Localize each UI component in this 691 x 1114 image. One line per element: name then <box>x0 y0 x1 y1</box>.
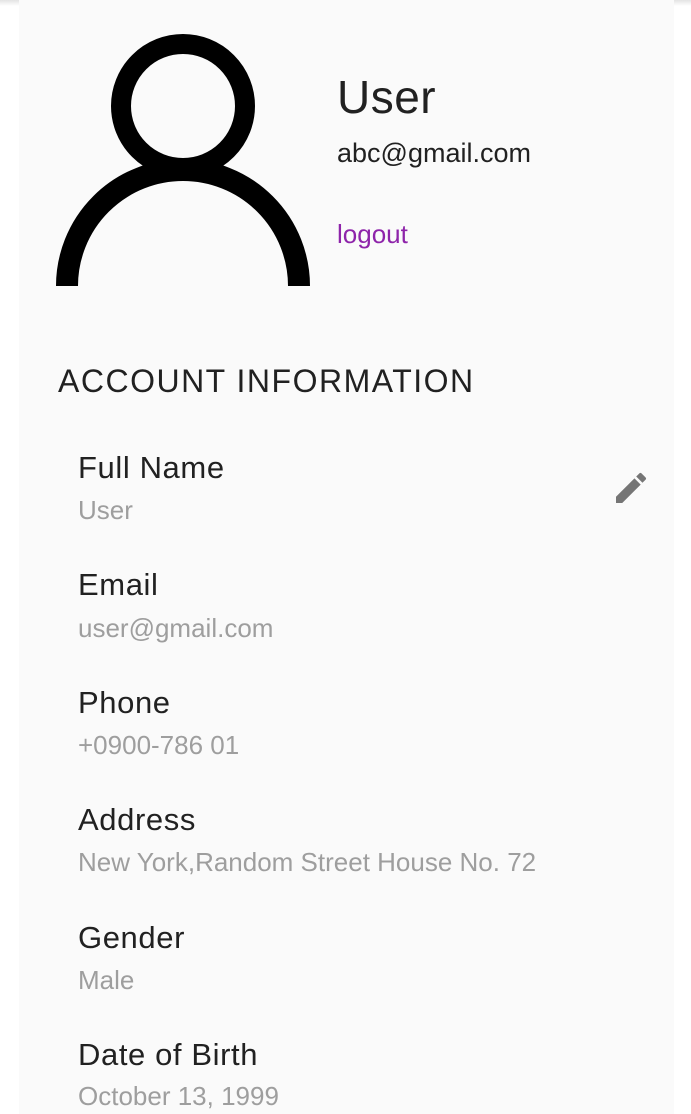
field-label-address: Address <box>78 802 196 837</box>
field-label-phone: Phone <box>78 685 171 720</box>
logout-link[interactable]: logout <box>337 219 408 250</box>
section-title-account-information: ACCOUNT INFORMATION <box>58 363 475 399</box>
user-email: abc@gmail.com <box>337 138 531 168</box>
field-label-email: Email <box>78 567 159 602</box>
field-label-date-of-birth: Date of Birth <box>78 1037 259 1072</box>
pencil-icon[interactable] <box>611 468 651 508</box>
field-value-gender: Male <box>78 965 135 995</box>
field-value-email: user@gmail.com <box>78 613 274 643</box>
field-label-gender: Gender <box>78 920 185 955</box>
field-value-date-of-birth: October 13, 1999 <box>78 1081 279 1111</box>
field-value-full-name: User <box>78 495 133 525</box>
avatar-person-icon <box>55 34 311 286</box>
field-value-address: New York,Random Street House No. 72 <box>78 847 537 877</box>
field-label-full-name: Full Name <box>78 450 225 485</box>
field-value-phone: +0900-786 01 <box>78 730 240 760</box>
profile-card: User abc@gmail.com logout ACCOUNT INFORM… <box>19 0 674 1114</box>
user-name: User <box>337 71 437 123</box>
